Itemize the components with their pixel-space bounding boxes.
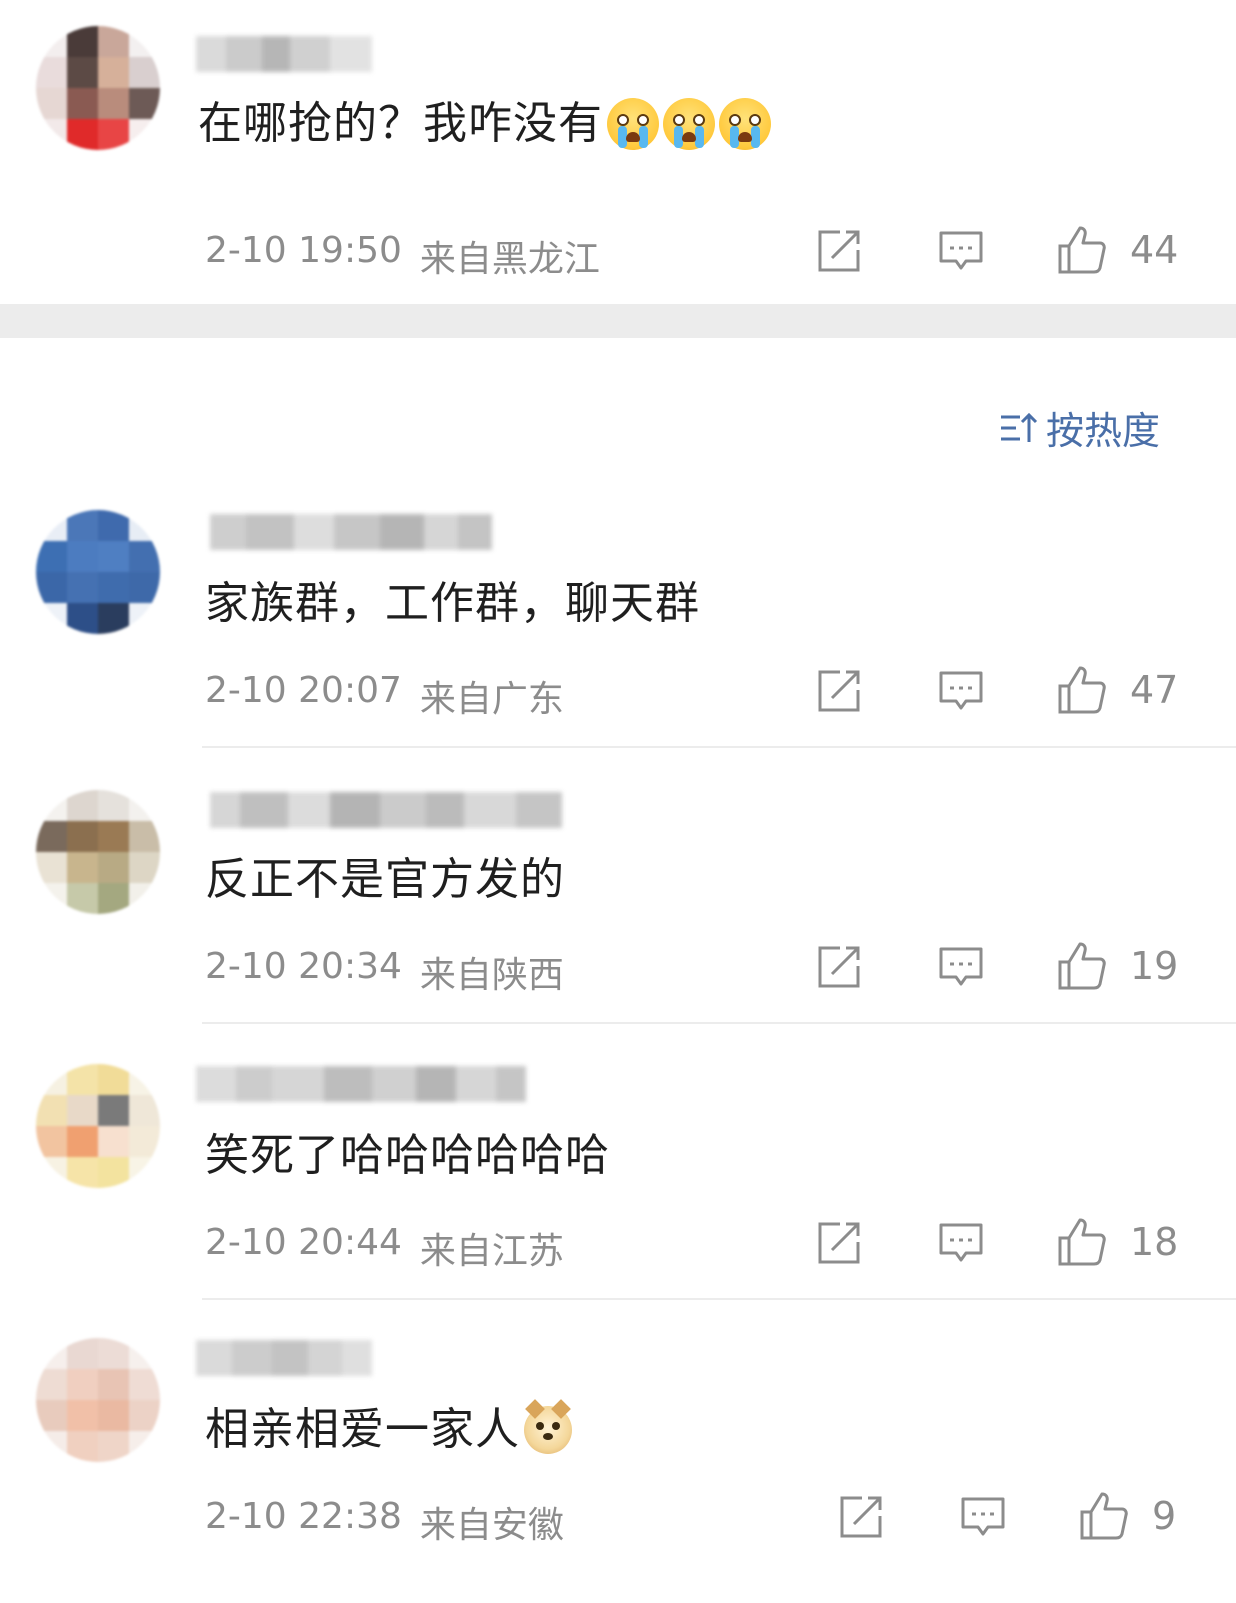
- thumbs-up-icon: [1058, 666, 1106, 714]
- comment-icon: [939, 671, 983, 710]
- comment-body: 在哪抢的？我咋没有: [198, 98, 603, 149]
- like-button[interactable]: 18: [1056, 1216, 1178, 1268]
- avatar[interactable]: [36, 510, 160, 634]
- avatar[interactable]: [36, 790, 160, 914]
- comment-time: 2-10 20:44: [205, 1222, 402, 1263]
- like-button[interactable]: 9: [1078, 1490, 1176, 1542]
- comment-location: 来自陕西: [419, 955, 564, 996]
- comment-icon: [961, 1497, 1005, 1536]
- share-icon: [818, 946, 860, 988]
- comment-text: 反正不是官方发的: [205, 854, 565, 905]
- comment-meta: 2-10 20:44 来自江苏: [205, 1222, 564, 1274]
- share-icon: [818, 670, 860, 712]
- comment-time: 2-10 22:38: [205, 1496, 402, 1537]
- share-button[interactable]: [816, 228, 862, 274]
- username-blurred[interactable]: [196, 1066, 526, 1102]
- thumbs-up-icon: [1058, 226, 1106, 274]
- comment-location: 来自江苏: [419, 1231, 564, 1272]
- reply-button[interactable]: [938, 944, 984, 990]
- comment-divider: [202, 1022, 1236, 1024]
- thumbs-up-icon: [1080, 1492, 1128, 1540]
- username-blurred[interactable]: [210, 792, 562, 828]
- comment-time: 2-10 20:07: [205, 670, 402, 711]
- comment-meta: 2-10 22:38 来自安徽: [205, 1496, 564, 1548]
- comment-location: 来自黑龙江: [419, 239, 600, 280]
- comment-divider: [202, 746, 1236, 748]
- like-count: 19: [1130, 944, 1179, 988]
- username-blurred[interactable]: [210, 514, 492, 550]
- comment-meta: 2-10 19:50 来自黑龙江: [205, 230, 600, 282]
- comment-text: 笑死了哈哈哈哈哈哈: [205, 1130, 610, 1181]
- comment-location: 来自广东: [419, 679, 564, 720]
- like-count: 9: [1152, 1494, 1177, 1538]
- comment-icon: [939, 231, 983, 270]
- comment-location: 来自安徽: [419, 1505, 564, 1546]
- crying-emoji-icon: [663, 98, 715, 150]
- comment-time: 2-10 19:50: [205, 230, 402, 271]
- thumbs-up-icon: [1058, 1218, 1106, 1266]
- like-button[interactable]: 47: [1056, 664, 1178, 716]
- avatar[interactable]: [36, 1338, 160, 1462]
- like-count: 18: [1130, 1220, 1179, 1264]
- comment-meta: 2-10 20:34 来自陕西: [205, 946, 564, 998]
- comment-text: 相亲相爱一家人: [205, 1399, 572, 1460]
- like-button[interactable]: 19: [1056, 940, 1178, 992]
- username-blurred[interactable]: [196, 36, 372, 72]
- crying-emoji-icon: [607, 98, 659, 150]
- comment-text: 家族群，工作群，聊天群: [205, 578, 700, 629]
- sort-icon: [1000, 412, 1038, 442]
- avatar[interactable]: [36, 1064, 160, 1188]
- sort-toggle[interactable]: 按热度: [998, 400, 1160, 455]
- section-separator: [0, 304, 1236, 338]
- share-button[interactable]: [838, 1494, 884, 1540]
- like-count: 44: [1130, 228, 1179, 272]
- share-icon: [818, 230, 860, 272]
- comment-text: 在哪抢的？我咋没有: [198, 94, 771, 154]
- crying-emoji-icon: [719, 98, 771, 150]
- comment-time: 2-10 20:34: [205, 946, 402, 987]
- reply-button[interactable]: [938, 668, 984, 714]
- share-icon: [818, 1222, 860, 1264]
- doge-emoji-icon: [524, 1399, 572, 1454]
- share-button[interactable]: [816, 944, 862, 990]
- comment-meta: 2-10 20:07 来自广东: [205, 670, 564, 722]
- like-count: 47: [1130, 668, 1179, 712]
- comment-icon: [939, 1223, 983, 1262]
- thumbs-up-icon: [1058, 942, 1106, 990]
- comment-body: 相亲相爱一家人: [205, 1404, 520, 1455]
- username-blurred[interactable]: [196, 1340, 372, 1376]
- sort-label: 按热度: [1045, 409, 1160, 453]
- comment-icon: [939, 947, 983, 986]
- share-button[interactable]: [816, 1220, 862, 1266]
- avatar[interactable]: [36, 26, 160, 150]
- reply-button[interactable]: [938, 228, 984, 274]
- share-button[interactable]: [816, 668, 862, 714]
- comment-divider: [202, 1298, 1236, 1300]
- reply-button[interactable]: [960, 1494, 1006, 1540]
- reply-button[interactable]: [938, 1220, 984, 1266]
- share-icon: [840, 1496, 882, 1538]
- like-button[interactable]: 44: [1056, 224, 1178, 276]
